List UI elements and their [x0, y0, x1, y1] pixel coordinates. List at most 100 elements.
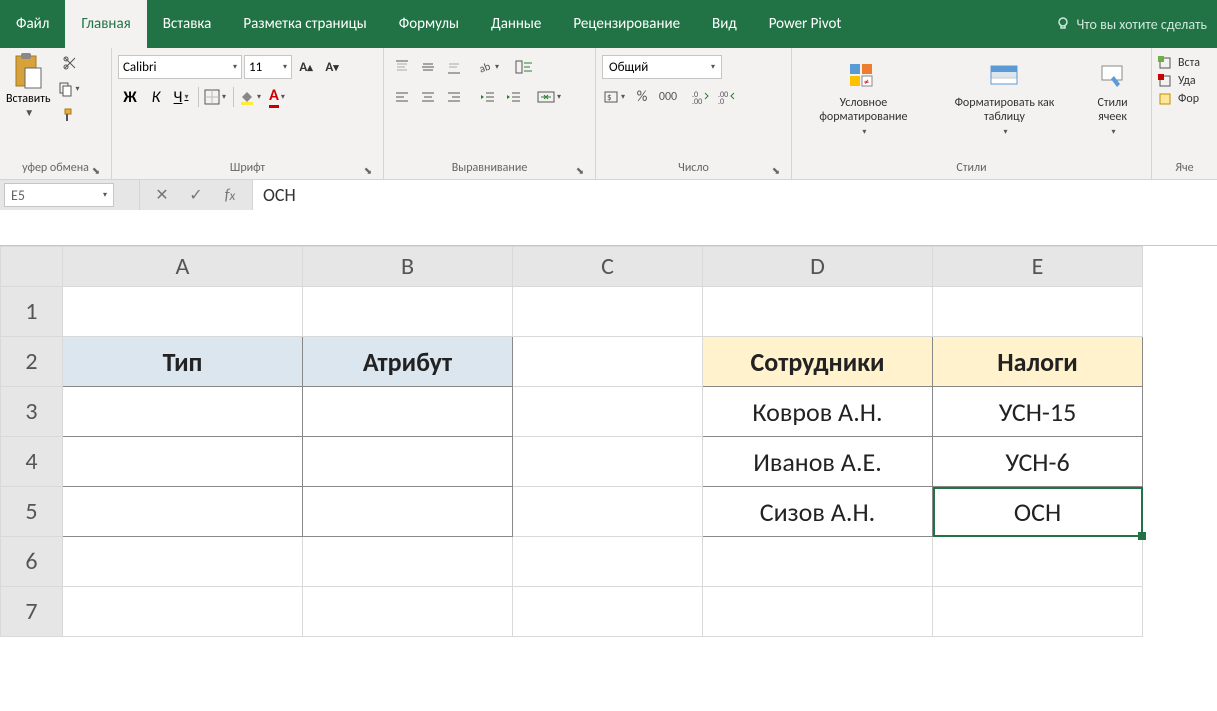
cell-A7[interactable] [63, 587, 303, 637]
decrease-font-button[interactable]: A▾ [320, 55, 344, 79]
tab-formulas[interactable]: Формулы [383, 0, 475, 48]
row-header-3[interactable]: 3 [1, 387, 63, 437]
cell-C6[interactable] [513, 537, 703, 587]
number-launcher[interactable]: ⬊ [769, 163, 783, 177]
increase-indent-button[interactable] [502, 85, 526, 109]
format-as-table-button[interactable]: Форматировать как таблицу▾ [937, 56, 1072, 141]
increase-font-button[interactable]: A▴ [294, 55, 318, 79]
cut-button[interactable] [57, 52, 83, 74]
italic-button[interactable]: К [144, 85, 168, 109]
tab-file[interactable]: Файл [0, 0, 65, 48]
borders-button[interactable]: ▾ [203, 85, 229, 109]
tab-view[interactable]: Вид [696, 0, 753, 48]
col-header-E[interactable]: E [933, 247, 1143, 287]
align-left-button[interactable] [390, 85, 414, 109]
decrease-indent-button[interactable] [476, 85, 500, 109]
tab-home[interactable]: Главная [65, 0, 146, 48]
tab-data[interactable]: Данные [475, 0, 557, 48]
cell-B7[interactable] [303, 587, 513, 637]
name-box[interactable]: E5▾ [4, 183, 114, 207]
fx-button[interactable]: fx [220, 185, 240, 205]
format-painter-button[interactable] [57, 104, 83, 126]
font-launcher[interactable]: ⬊ [361, 163, 375, 177]
fill-handle[interactable] [1138, 532, 1146, 540]
cell-A2[interactable]: Тип [63, 337, 303, 387]
cell-B6[interactable] [303, 537, 513, 587]
format-cells-button[interactable]: Фор [1158, 92, 1211, 106]
accounting-format-button[interactable]: $▾ [602, 85, 628, 109]
cell-D7[interactable] [703, 587, 933, 637]
conditional-formatting-button[interactable]: ≠ Условное форматирование▾ [798, 56, 929, 141]
cell-A3[interactable] [63, 387, 303, 437]
select-all-corner[interactable] [1, 247, 63, 287]
cell-A1[interactable] [63, 287, 303, 337]
cell-B1[interactable] [303, 287, 513, 337]
cell-styles-button[interactable]: Стили ячеек▾ [1080, 56, 1145, 141]
cell-D6[interactable] [703, 537, 933, 587]
alignment-launcher[interactable]: ⬊ [573, 163, 587, 177]
font-size-combo[interactable]: 11▾ [244, 55, 292, 79]
cell-C1[interactable] [513, 287, 703, 337]
col-header-B[interactable]: B [303, 247, 513, 287]
formula-input[interactable]: ОСН [253, 180, 1217, 245]
cell-D3[interactable]: Ковров А.Н. [703, 387, 933, 437]
cell-D4[interactable]: Иванов А.Е. [703, 437, 933, 487]
tab-power-pivot[interactable]: Power Pivot [753, 0, 858, 48]
align-right-button[interactable] [442, 85, 466, 109]
col-header-C[interactable]: C [513, 247, 703, 287]
wrap-text-button[interactable] [512, 55, 536, 79]
cell-A5[interactable] [63, 487, 303, 537]
tab-page-layout[interactable]: Разметка страницы [227, 0, 382, 48]
cell-B2[interactable]: Атрибут [303, 337, 513, 387]
cell-C4[interactable] [513, 437, 703, 487]
copy-button[interactable]: ▾ [57, 78, 83, 100]
cell-B4[interactable] [303, 437, 513, 487]
cell-E5[interactable]: ОСН [933, 487, 1143, 537]
enter-formula-button[interactable]: ✓ [186, 185, 206, 205]
cell-A6[interactable] [63, 537, 303, 587]
increase-decimal-button[interactable]: .0.00 [688, 85, 712, 109]
align-center-button[interactable] [416, 85, 440, 109]
decrease-decimal-button[interactable]: .00.0 [714, 85, 738, 109]
cell-C5[interactable] [513, 487, 703, 537]
align-bottom-button[interactable] [442, 55, 466, 79]
delete-cells-button[interactable]: Уда [1158, 74, 1211, 88]
col-header-A[interactable]: A [63, 247, 303, 287]
cell-D1[interactable] [703, 287, 933, 337]
cell-B3[interactable] [303, 387, 513, 437]
row-header-4[interactable]: 4 [1, 437, 63, 487]
align-middle-button[interactable] [416, 55, 440, 79]
font-color-button[interactable]: А▾ [266, 85, 290, 109]
align-top-button[interactable] [390, 55, 414, 79]
row-header-6[interactable]: 6 [1, 537, 63, 587]
insert-cells-button[interactable]: Вста [1158, 56, 1211, 70]
tell-me-search[interactable]: Что вы хотите сделать [1055, 0, 1217, 48]
orientation-button[interactable]: ab▾ [476, 55, 502, 79]
cell-D5[interactable]: Сизов А.Н. [703, 487, 933, 537]
paste-button[interactable]: Вставить ▼ [6, 52, 51, 126]
cell-B5[interactable] [303, 487, 513, 537]
cancel-formula-button[interactable]: ✕ [152, 185, 172, 205]
comma-style-button[interactable]: 000 [656, 85, 680, 109]
font-name-combo[interactable]: Calibri▾ [118, 55, 242, 79]
col-header-D[interactable]: D [703, 247, 933, 287]
row-header-2[interactable]: 2 [1, 337, 63, 387]
cell-C7[interactable] [513, 587, 703, 637]
cell-E1[interactable] [933, 287, 1143, 337]
percent-style-button[interactable]: % [630, 85, 654, 109]
underline-button[interactable]: Ч▾ [170, 85, 194, 109]
cell-E2[interactable]: Налоги [933, 337, 1143, 387]
cell-A4[interactable] [63, 437, 303, 487]
clipboard-launcher[interactable]: ⬊ [89, 163, 103, 177]
bold-button[interactable]: Ж [118, 85, 142, 109]
tab-insert[interactable]: Вставка [147, 0, 228, 48]
cell-E4[interactable]: УСН-6 [933, 437, 1143, 487]
cell-D2[interactable]: Сотрудники [703, 337, 933, 387]
row-header-5[interactable]: 5 [1, 487, 63, 537]
cell-C2[interactable] [513, 337, 703, 387]
merge-center-button[interactable]: ▾ [536, 85, 564, 109]
cell-E6[interactable] [933, 537, 1143, 587]
fill-color-button[interactable]: ▾ [238, 85, 264, 109]
cell-C3[interactable] [513, 387, 703, 437]
cell-E7[interactable] [933, 587, 1143, 637]
